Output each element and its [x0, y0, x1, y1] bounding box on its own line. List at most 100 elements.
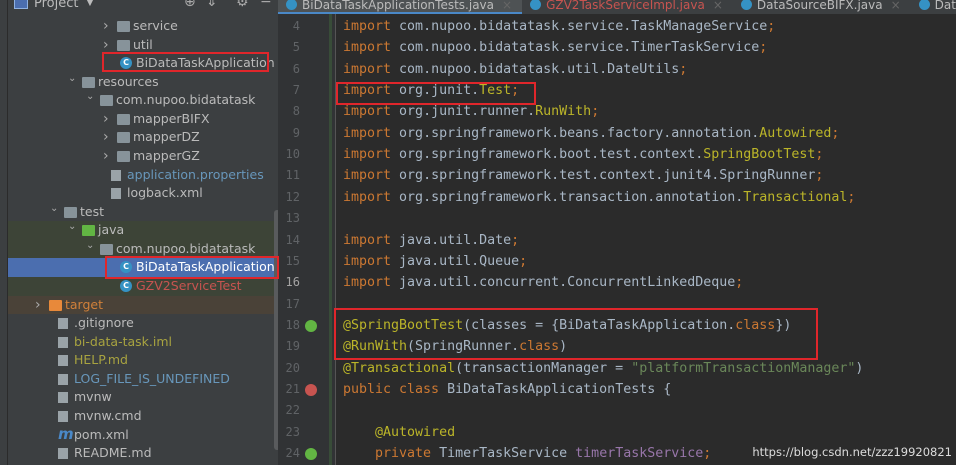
tree-item[interactable]: logback.xml [8, 184, 278, 203]
java-class-icon [286, 0, 297, 10]
code-token: import [343, 253, 400, 269]
tree-item-label: GZV2ServiceTest [136, 277, 242, 293]
project-icon [14, 0, 28, 9]
editor-tab[interactable]: GZV2TaskServiceImpl.java × [522, 0, 733, 14]
code-line[interactable]: @Transactional(transactionManager = "pla… [343, 358, 863, 379]
code-token: import [343, 147, 400, 163]
tree-item[interactable]: › mapperDZ [8, 128, 278, 147]
tree-item[interactable]: application.properties [8, 166, 278, 185]
tree-item[interactable]: mvnw.cmd [8, 407, 278, 426]
line-number: 13 [285, 211, 300, 226]
tree-item[interactable]: README.md [8, 444, 278, 463]
code-token: java.util.Queue [399, 253, 520, 269]
java-class-icon [530, 0, 542, 10]
tree-item-label: logback.xml [127, 185, 203, 201]
file-icon [58, 373, 68, 385]
spring-bean-icon[interactable] [305, 319, 317, 332]
line-number: 19 [285, 339, 300, 354]
tree-item[interactable]: HELP.md [8, 351, 278, 370]
code-token: import [343, 168, 400, 184]
tree-item-label: service [133, 18, 178, 33]
line-number: 20 [285, 360, 300, 375]
code-token: ; [591, 104, 600, 120]
project-panel-title[interactable]: Project [34, 0, 78, 11]
code-token: ; [815, 168, 824, 184]
code-line[interactable]: import com.nupoo.bidatatask.util.DateUti… [343, 59, 687, 80]
tree-item[interactable]: C GZV2ServiceTest [8, 276, 278, 296]
tree-item-label: mapperBIFX [133, 110, 210, 126]
code-line[interactable]: import org.springframework.beans.factory… [343, 123, 839, 144]
tree-item-label: application.properties [127, 166, 264, 182]
highlight-box-annotations [334, 308, 818, 360]
close-icon[interactable]: × [891, 0, 901, 11]
autowired-bean-icon[interactable] [305, 448, 317, 460]
chevron-down-icon[interactable]: ⌄ [50, 200, 58, 219]
line-number: 21 [285, 381, 300, 396]
code-token: import [343, 61, 400, 77]
code-line[interactable]: import org.springframework.transaction.a… [343, 187, 855, 208]
tree-item[interactable]: › target [8, 295, 278, 315]
close-icon[interactable]: × [713, 0, 723, 11]
chevron-down-icon[interactable]: ▼ [86, 0, 93, 8]
folder-icon [49, 299, 62, 311]
code-line[interactable]: private TimerTaskService timerTaskServic… [343, 443, 711, 464]
run-test-icon[interactable] [305, 383, 317, 396]
code-line[interactable]: @Autowired [343, 422, 455, 443]
folder-icon [82, 76, 95, 88]
chevron-down-icon[interactable]: ⌄ [86, 237, 94, 256]
code-token: import [343, 232, 400, 248]
tree-item[interactable]: ⌄ test [8, 203, 278, 222]
chevron-right-icon[interactable]: › [103, 110, 109, 129]
chevron-down-icon[interactable]: ⌄ [86, 88, 94, 107]
minimize-icon[interactable]: − [260, 0, 272, 10]
locate-icon[interactable]: ⊕ [184, 0, 196, 10]
gear-icon[interactable]: ⚙ [236, 0, 249, 10]
editor-tab[interactable]: DataSourceBIFX.java × [733, 0, 911, 14]
file-icon [58, 336, 68, 348]
tree-item[interactable]: LOG_FILE_IS_UNDEFINED [8, 370, 278, 389]
tree-item-label: mvnw.cmd [74, 407, 142, 423]
code-line[interactable]: import org.springframework.test.context.… [343, 165, 823, 186]
chevron-right-icon[interactable]: › [35, 296, 41, 315]
chevron-right-icon[interactable]: › [103, 147, 109, 166]
line-number: 18 [285, 317, 300, 332]
code-line[interactable]: import com.nupoo.bidatatask.service.Time… [343, 37, 767, 58]
editor-tab[interactable]: DataSourceConfi [911, 0, 956, 14]
tree-item[interactable]: mvnw [8, 388, 278, 407]
code-token: public class [343, 381, 448, 397]
line-number: 17 [285, 296, 300, 311]
code-token: import [343, 40, 400, 56]
code-line[interactable]: public class BiDataTaskApplicationTests … [343, 379, 671, 400]
line-number: 9 [292, 125, 300, 140]
collapse-icon[interactable]: ⇕ [206, 0, 218, 10]
tree-item[interactable]: ⌄ com.nupoo.bidatatask [8, 91, 278, 110]
folder-icon [64, 206, 77, 218]
chevron-right-icon[interactable]: › [103, 17, 109, 36]
line-number: 5 [292, 40, 300, 55]
line-number: 15 [285, 253, 300, 268]
tree-item[interactable]: bi-data-task.iml [8, 333, 278, 352]
tree-item[interactable]: m pom.xml [8, 424, 278, 445]
code-line[interactable]: import java.util.Queue; [343, 251, 527, 272]
tree-item[interactable]: › service [8, 17, 278, 36]
chevron-right-icon[interactable]: › [103, 128, 109, 147]
code-line[interactable]: import java.util.Date; [343, 230, 519, 251]
chevron-down-icon[interactable]: ⌄ [68, 70, 76, 89]
tree-item-label: bi-data-task.iml [74, 333, 172, 349]
chevron-down-icon[interactable]: ⌄ [68, 218, 76, 237]
editor-tab[interactable]: BiDataTaskApplicationTests.java × [278, 0, 523, 14]
tree-item-label: README.md [74, 445, 152, 461]
tree-item[interactable]: ⌄ java [8, 221, 278, 240]
close-icon[interactable]: × [502, 0, 512, 11]
tree-item[interactable]: ⌄ resources [8, 73, 278, 92]
tree-item[interactable]: › mapperGZ [8, 147, 278, 166]
tree-item[interactable]: › mapperBIFX [8, 110, 278, 129]
code-line[interactable]: import java.util.concurrent.ConcurrentLi… [343, 272, 743, 293]
maven-icon: m [58, 424, 74, 443]
code-line[interactable]: import com.nupoo.bidatatask.service.Task… [343, 16, 775, 37]
code-line[interactable]: import org.springframework.boot.test.con… [343, 144, 823, 165]
code-token: import [343, 104, 400, 120]
code-token: ; [759, 40, 768, 56]
tree-item[interactable]: .gitignore [8, 314, 278, 333]
line-number: 4 [292, 19, 300, 33]
